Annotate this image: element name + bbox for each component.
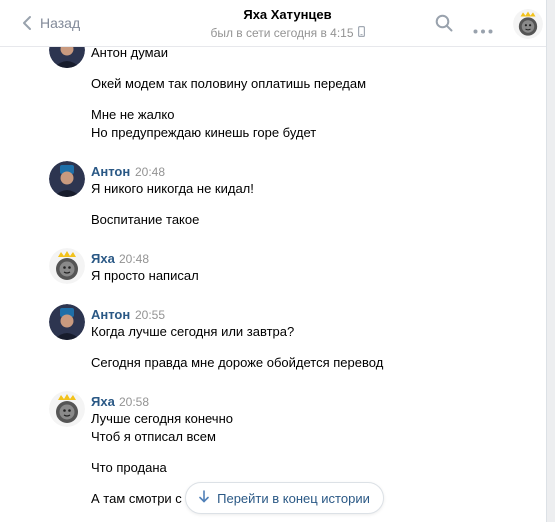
avatar-anton[interactable] [49,304,85,340]
message-text: Я просто написал [91,268,199,283]
message-time[interactable]: 20:48 [135,164,165,180]
jump-to-end-button[interactable]: Перейти в конец истории [185,482,384,514]
avatar-yaha[interactable] [49,248,85,284]
more-icon[interactable] [473,21,493,39]
back-label: Назад [40,15,81,31]
message-text: Воспитание такое [91,212,200,227]
message-time[interactable]: 20:58 [119,394,149,410]
search-icon[interactable] [435,14,453,37]
peer-name: Яха Хатунцев [243,7,332,22]
message-text: Лучше сегодня конечно [91,411,233,426]
message-text: Когда лучше сегодня или завтра? [91,324,295,339]
chat-header: Назад Яха Хатунцев был в сети сегодня в … [0,0,546,47]
message-author[interactable]: Яха [91,251,115,267]
message-text: Окей модем так половину оплатишь передам [91,76,367,91]
message-text: Сегодня правда мне дороже обойдется пере… [91,355,384,370]
peer-info[interactable]: Яха Хатунцев был в сети сегодня в 4:15 [180,7,395,41]
jump-to-end-label: Перейти в конец истории [217,490,370,506]
peer-avatar[interactable] [513,9,543,39]
message-text: Но предупреждаю кинешь горе будет [91,125,317,140]
message-text: Чтоб я отписал всем [91,429,216,444]
peer-status: был в сети сегодня в 4:15 [180,25,395,41]
message-history[interactable]: Антон думаи Окей модем так половину опла… [0,32,546,522]
message-text: Я никого никогда не кидал! [91,181,254,196]
message-text: Мне не жалко [91,107,175,122]
message-author[interactable]: Антон [91,164,130,180]
avatar-yaha[interactable] [49,391,85,427]
message-time[interactable]: 20:48 [119,251,149,267]
message-author[interactable]: Антон [91,307,130,323]
phone-icon [357,25,365,41]
message-text: А там смотри с [91,491,182,506]
message-text: Что продана [91,460,167,475]
peer-status-text: был в сети сегодня в 4:15 [210,26,354,40]
back-button[interactable]: Назад [22,13,80,33]
message-author[interactable]: Яха [91,394,115,410]
arrow-down-icon [199,490,209,506]
chat-panel: Назад Яха Хатунцев был в сети сегодня в … [0,0,547,522]
chevron-left-icon [22,15,32,31]
avatar-anton[interactable] [49,161,85,197]
message-time[interactable]: 20:55 [135,307,165,323]
